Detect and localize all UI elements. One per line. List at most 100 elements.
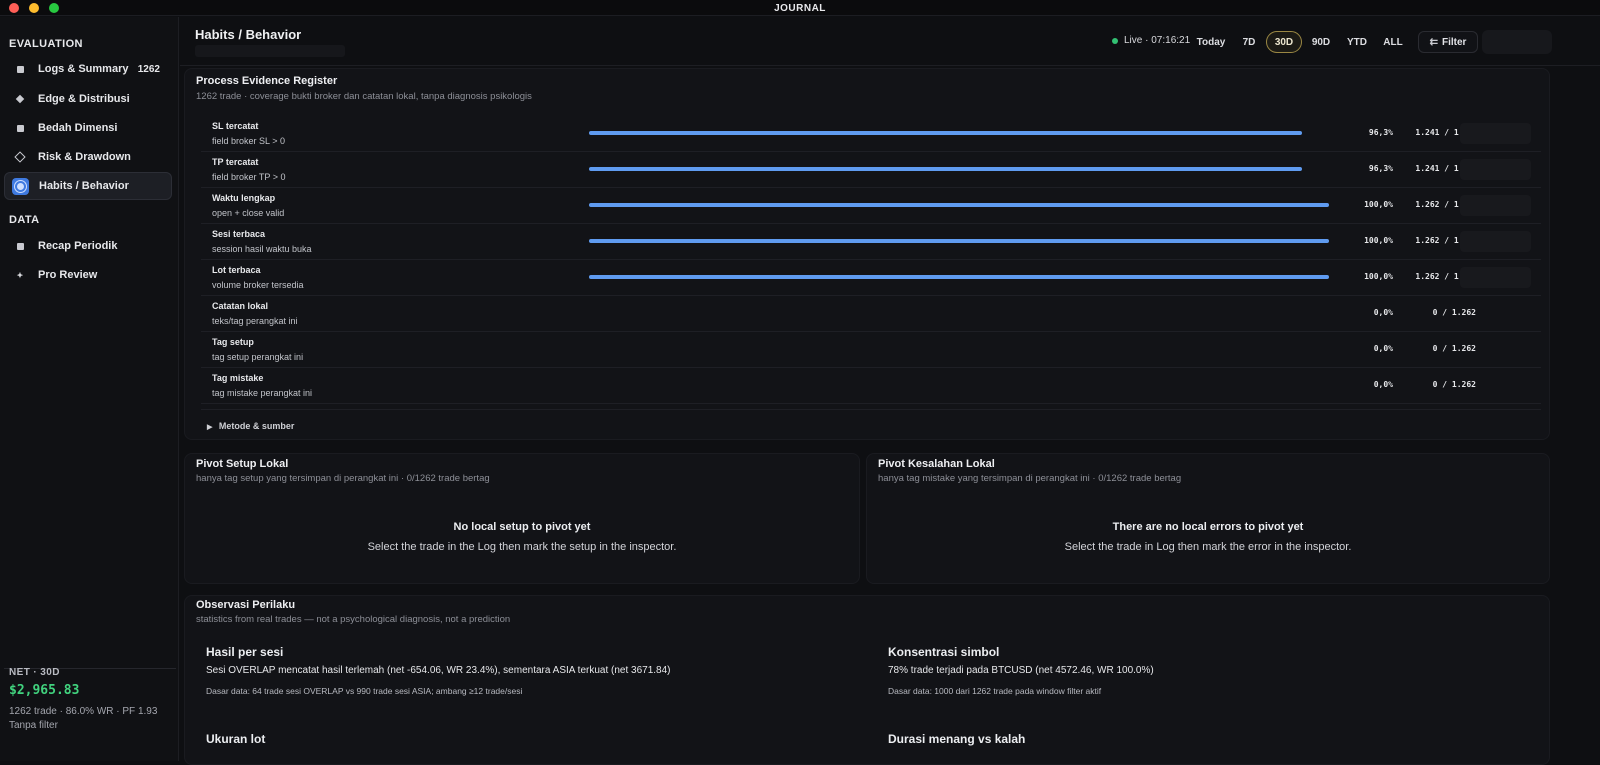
coverage-percent: 100,0% xyxy=(1364,236,1393,245)
observation-heading: Hasil per sesi xyxy=(206,645,284,659)
behavior-observations-card: Observasi Perilaku statistics from real … xyxy=(184,595,1550,765)
coverage-bar-fill xyxy=(589,275,1329,279)
sparkle-icon: ✦ xyxy=(16,270,24,280)
register-row: Lot terbaca volume broker tersedia 100,0% 1… xyxy=(201,260,1541,296)
loading-skeleton xyxy=(1460,159,1531,180)
title-skeleton xyxy=(195,45,345,57)
app-title: JOURNAL xyxy=(774,3,826,14)
filter-icon: ⇇ xyxy=(1429,36,1438,48)
sidebar-item-pro-review[interactable]: ✦ Pro Review xyxy=(4,261,172,289)
pivot-error-card: Pivot Kesalahan Lokal hanya tag mistake … xyxy=(866,453,1550,584)
square-icon xyxy=(13,62,27,76)
range-today-button[interactable]: Today xyxy=(1190,31,1232,53)
sidebar-section-data: DATA xyxy=(9,214,40,226)
sidebar-item-label: Logs & Summary xyxy=(38,63,129,75)
sidebar-item-bedah-dimensi[interactable]: Bedah Dimensi xyxy=(4,114,172,142)
range-90d-button[interactable]: 90D xyxy=(1306,31,1336,53)
card-title: Pivot Kesalahan Lokal xyxy=(878,458,995,470)
coverage-bar xyxy=(589,203,1329,207)
coverage-count: 0 / 1.262 xyxy=(1432,380,1476,389)
coverage-count: 0 / 1.262 xyxy=(1432,308,1476,317)
page-header: Habits / Behavior Live · 07:16:21 Today … xyxy=(180,17,1600,66)
coverage-bar xyxy=(589,275,1329,279)
loading-skeleton xyxy=(1460,267,1531,288)
disclosure-triangle-icon: ▶ xyxy=(207,424,213,431)
sidebar-item-label: Habits / Behavior xyxy=(39,180,129,192)
empty-state-message: Select the trade in the Log then mark th… xyxy=(367,541,677,553)
observation-basis: Dasar data: 64 trade sesi OVERLAP vs 990… xyxy=(206,686,523,696)
register-row: Tag mistake tag mistake perangkat ini 0,0%… xyxy=(201,368,1541,404)
range-ytd-button[interactable]: YTD xyxy=(1340,31,1374,53)
range-all-button[interactable]: ALL xyxy=(1378,31,1408,53)
register-row-description: session hasil waktu buka xyxy=(212,244,312,254)
register-row: Catatan lokal teks/tag perangkat ini 0,0% 0… xyxy=(201,296,1541,332)
loading-skeleton xyxy=(1460,123,1531,144)
register-row-description: tag mistake perangkat ini xyxy=(212,388,313,398)
behavior-icon xyxy=(12,177,29,195)
register-row: SL tercatat field broker SL > 0 96,3% 1.241… xyxy=(201,116,1541,152)
register-row-description: field broker TP > 0 xyxy=(212,172,286,182)
observation-text: Sesi OVERLAP mencatat hasil terlemah (ne… xyxy=(206,665,671,676)
coverage-bar-fill xyxy=(589,239,1329,243)
register-row-description: volume broker tersedia xyxy=(212,280,304,290)
sidebar-item-count: 1262 xyxy=(137,63,160,75)
coverage-percent: 0,0% xyxy=(1373,380,1393,389)
register-row: Sesi terbaca session hasil waktu buka 100,… xyxy=(201,224,1541,260)
register-row-description: teks/tag perangkat ini xyxy=(212,316,298,326)
range-7d-button[interactable]: 7D xyxy=(1236,31,1262,53)
observation-heading: Konsentrasi simbol xyxy=(888,645,1000,659)
register-row: TP tercatat field broker TP > 0 96,3% 1.241… xyxy=(201,152,1541,188)
sidebar-item-risk-drawdown[interactable]: Risk & Drawdown xyxy=(4,143,172,171)
loading-skeleton xyxy=(1460,231,1531,252)
divider xyxy=(201,409,1541,410)
observation-heading: Durasi menang vs kalah xyxy=(888,732,1026,746)
card-subtitle: hanya tag setup yang tersimpan di perang… xyxy=(196,473,490,484)
sidebar-item-edge-distribusi[interactable]: Edge & Distribusi xyxy=(4,85,172,113)
method-source-toggle[interactable]: ▶ Metode & sumber xyxy=(207,421,294,431)
coverage-percent: 96,3% xyxy=(1368,128,1393,137)
live-dot-icon xyxy=(1112,37,1118,44)
coverage-percent: 0,0% xyxy=(1373,308,1393,317)
filter-label: Filter xyxy=(1441,36,1467,48)
header-skeleton xyxy=(1482,30,1552,54)
coverage-bar-fill xyxy=(589,131,1302,135)
card-title: Process Evidence Register xyxy=(196,75,338,87)
card-title: Observasi Perilaku xyxy=(196,599,296,611)
coverage-bar xyxy=(589,131,1329,135)
coverage-bar-fill xyxy=(589,167,1302,171)
loading-skeleton xyxy=(1460,195,1531,216)
empty-state-title: There are no local errors to pivot yet xyxy=(1112,521,1304,533)
card-subtitle: hanya tag mistake yang tersimpan di pera… xyxy=(878,473,1182,484)
sidebar-item-logs-summary[interactable]: Logs & Summary 1262 xyxy=(4,55,172,83)
filter-button[interactable]: ⇇ Filter xyxy=(1418,31,1478,53)
observation-text: 78% trade terjadi pada BTCUSD (net 4572.… xyxy=(888,665,1154,676)
sidebar-item-habits-behavior[interactable]: Habits / Behavior xyxy=(4,172,172,200)
window-titlebar: JOURNAL xyxy=(0,0,1600,16)
diamond-icon xyxy=(13,92,27,106)
method-label: Metode & sumber xyxy=(218,421,295,431)
coverage-bar-fill xyxy=(589,203,1329,207)
register-row-label: Sesi terbaca xyxy=(212,229,266,239)
coverage-bar xyxy=(589,239,1329,243)
net-filter-status: Tanpa filter xyxy=(9,720,58,731)
live-status: Live · 07:16:21 xyxy=(1112,35,1190,46)
net-label: NET · 30D xyxy=(9,667,60,678)
card-subtitle: statistics from real trades — not a psyc… xyxy=(196,614,511,625)
coverage-percent: 100,0% xyxy=(1364,272,1393,281)
range-30d-button[interactable]: 30D xyxy=(1266,31,1302,53)
register-row-label: SL tercatat xyxy=(212,121,259,131)
register-row-label: Waktu lengkap xyxy=(212,193,276,203)
coverage-count: 0 / 1.262 xyxy=(1432,344,1476,353)
register-row-description: field broker SL > 0 xyxy=(212,136,285,146)
live-clock: Live · 07:16:21 xyxy=(1124,35,1191,46)
register-row: Tag setup tag setup perangkat ini 0,0% 0 / … xyxy=(201,332,1541,368)
register-row: Waktu lengkap open + close valid 100,0% 1.2… xyxy=(201,188,1541,224)
page-title: Habits / Behavior xyxy=(195,27,302,42)
coverage-percent: 100,0% xyxy=(1364,200,1393,209)
observation-heading: Ukuran lot xyxy=(206,732,266,746)
net-stats: 1262 trade · 86.0% WR · PF 1.93 xyxy=(9,706,158,717)
square-icon xyxy=(13,239,27,253)
main-content: Habits / Behavior Live · 07:16:21 Today … xyxy=(180,17,1600,765)
sidebar-section-evaluation: EVALUATION xyxy=(9,38,83,50)
sidebar-item-recap-periodik[interactable]: Recap Periodik xyxy=(4,232,172,260)
